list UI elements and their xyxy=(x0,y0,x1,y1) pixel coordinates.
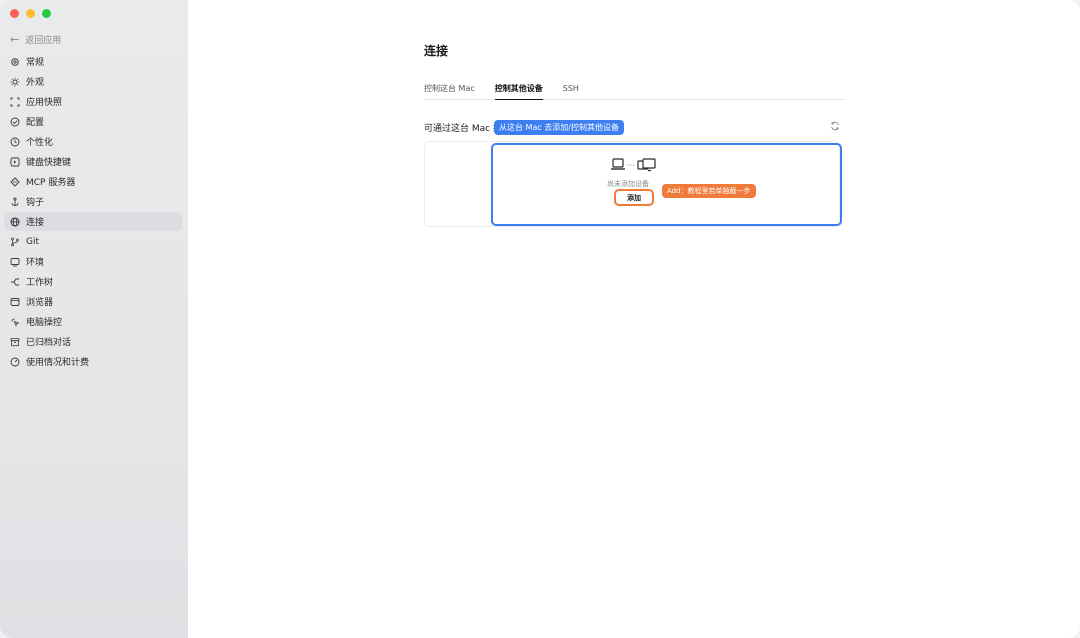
page-title: 连接 xyxy=(424,44,449,58)
sidebar-item-app-snapshot[interactable]: 应用快照 xyxy=(4,92,182,111)
minimize-window-button[interactable] xyxy=(26,9,35,18)
back-to-app-link[interactable]: ← 返回应用 xyxy=(10,32,61,46)
sidebar-item-label: 浏览器 xyxy=(26,298,54,308)
settings-content: 连接 控制这台 Mac 控制其他设备 SSH 可通过这台 Mac 控 尚未添加设… xyxy=(188,0,1080,638)
environment-icon xyxy=(10,257,20,266)
git-branch-icon xyxy=(11,237,19,246)
sun-icon xyxy=(10,77,20,86)
section-label: 可通过这台 Mac 控 xyxy=(424,124,502,134)
sidebar-item-general[interactable]: 常规 xyxy=(4,52,182,71)
sidebar-item-browser[interactable]: 浏览器 xyxy=(4,292,182,311)
config-icon xyxy=(10,117,20,126)
keyboard-icon xyxy=(10,157,20,166)
sidebar-item-label: 电脑操控 xyxy=(26,318,63,328)
settings-nav: 常规 外观 应用快照 配置 个性化 键盘快捷键 MCP 服务器 钩子 连接 Gi… xyxy=(4,52,182,372)
close-window-button[interactable] xyxy=(10,9,19,18)
zoom-window-button[interactable] xyxy=(42,9,51,18)
tab-control-this-mac[interactable]: 控制这台 Mac xyxy=(424,82,475,99)
arrow-left-icon: ← xyxy=(10,32,20,46)
tab-ssh[interactable]: SSH xyxy=(563,82,579,99)
sidebar-item-keyboard-shortcuts[interactable]: 键盘快捷键 xyxy=(4,152,182,171)
sidebar-item-config[interactable]: 配置 xyxy=(4,112,182,131)
usage-gauge-icon xyxy=(10,357,20,366)
sidebar-item-connection[interactable]: 连接 xyxy=(4,212,182,231)
snapshot-icon xyxy=(10,97,20,106)
sidebar-item-label: 外观 xyxy=(26,78,45,88)
sidebar-item-appearance[interactable]: 外观 xyxy=(4,72,182,91)
sidebar-item-git[interactable]: Git xyxy=(4,232,182,251)
sidebar-item-label: 使用情况和计费 xyxy=(26,358,90,368)
hook-icon xyxy=(11,196,19,206)
connection-tabs: 控制这台 Mac 控制其他设备 SSH xyxy=(424,82,846,100)
browser-icon xyxy=(10,297,20,306)
sidebar-item-label: 键盘快捷键 xyxy=(26,158,72,168)
gear-icon xyxy=(11,57,19,66)
sidebar-item-label: 工作树 xyxy=(26,278,54,288)
sidebar-item-mcp-servers[interactable]: MCP 服务器 xyxy=(4,172,182,191)
annotation-callout-blue: 从这台 Mac 去添加/控制其他设备 xyxy=(494,120,624,135)
window-controls xyxy=(10,9,51,18)
worktree-icon xyxy=(11,278,19,285)
sidebar-item-environment[interactable]: 环境 xyxy=(4,252,182,271)
annotation-callout-orange: Add：教程里若单独截一步 xyxy=(662,184,756,198)
personalize-icon xyxy=(10,137,20,146)
archive-icon xyxy=(10,337,20,346)
sidebar-item-label: 环境 xyxy=(26,258,45,268)
sidebar-item-worktree[interactable]: 工作树 xyxy=(4,272,182,291)
sidebar-item-label: 连接 xyxy=(26,218,45,228)
tab-control-other-devices[interactable]: 控制其他设备 xyxy=(494,82,543,100)
sidebar: ← 返回应用 常规 外观 应用快照 配置 个性化 键盘快捷键 MCP 服务器 钩… xyxy=(0,0,188,638)
sidebar-item-label: 已归档对话 xyxy=(26,338,72,348)
sidebar-item-label: 应用快照 xyxy=(26,98,63,108)
globe-icon xyxy=(10,217,20,226)
app-window: ← 返回应用 常规 外观 应用快照 配置 个性化 键盘快捷键 MCP 服务器 钩… xyxy=(0,0,1080,638)
sidebar-item-label: 个性化 xyxy=(26,138,54,148)
sidebar-item-label: 配置 xyxy=(26,118,45,128)
sidebar-item-archived-chats[interactable]: 已归档对话 xyxy=(4,332,182,351)
sidebar-item-label: Git xyxy=(26,236,40,247)
sidebar-item-label: MCP 服务器 xyxy=(26,178,76,188)
sidebar-item-personalize[interactable]: 个性化 xyxy=(4,132,182,151)
back-label: 返回应用 xyxy=(25,35,62,46)
sidebar-item-hooks[interactable]: 钩子 xyxy=(4,192,182,211)
server-icon xyxy=(10,176,20,187)
sidebar-item-computer-control[interactable]: 电脑操控 xyxy=(4,312,182,331)
sidebar-item-label: 常规 xyxy=(26,58,45,68)
computer-control-icon xyxy=(11,318,20,327)
refresh-icon[interactable] xyxy=(830,121,840,131)
sidebar-item-usage-billing[interactable]: 使用情况和计费 xyxy=(4,352,182,371)
sidebar-item-label: 钩子 xyxy=(26,198,45,208)
